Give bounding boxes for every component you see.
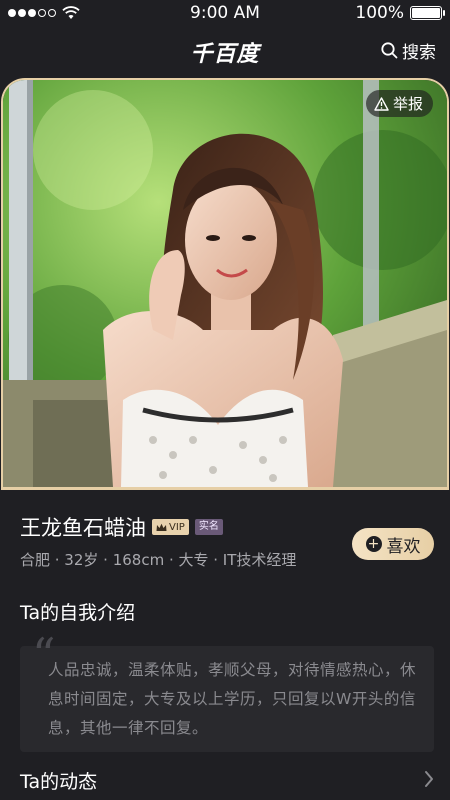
status-left	[0, 6, 80, 20]
profile-photo	[3, 80, 447, 487]
warning-icon	[374, 96, 389, 111]
profile-photo-card[interactable]: 举报	[1, 78, 449, 490]
status-bar: 9:00 AM 100%	[0, 0, 450, 26]
chevron-right-icon[interactable]	[424, 770, 434, 788]
search-icon	[381, 42, 398, 59]
report-label: 举报	[392, 95, 423, 113]
crown-icon	[156, 523, 167, 531]
intro-box: “ 人品忠诚，温柔体贴，孝顺父母，对待情感热心，休息时间固定，大专及以上学历，只…	[20, 632, 434, 752]
like-button[interactable]: + 喜欢	[352, 528, 434, 560]
vip-label: VIP	[169, 521, 185, 533]
profile-name: 王龙鱼石蜡油	[20, 516, 146, 540]
status-right: 100%	[355, 3, 450, 23]
intro-text: 人品忠诚，温柔体贴，孝顺父母，对待情感热心，休息时间固定，大专及以上学历，只回复…	[48, 661, 417, 737]
signal-icon	[8, 9, 56, 17]
battery-fill	[412, 8, 440, 18]
vip-badge: VIP	[152, 519, 189, 535]
feed-title[interactable]: Ta的动态	[20, 767, 97, 794]
battery-icon	[410, 6, 445, 20]
app-header: 千百度 搜索	[0, 30, 450, 70]
intro-title: Ta的自我介绍	[20, 602, 136, 624]
like-label: 喜欢	[386, 536, 421, 557]
verified-badge: 实名	[194, 519, 223, 535]
battery-percent: 100%	[355, 3, 404, 23]
wifi-icon	[62, 6, 80, 19]
plus-icon: +	[365, 536, 382, 552]
search-button[interactable]: 搜索	[381, 38, 436, 63]
report-button[interactable]: 举报	[365, 90, 433, 117]
search-label: 搜索	[402, 43, 436, 63]
